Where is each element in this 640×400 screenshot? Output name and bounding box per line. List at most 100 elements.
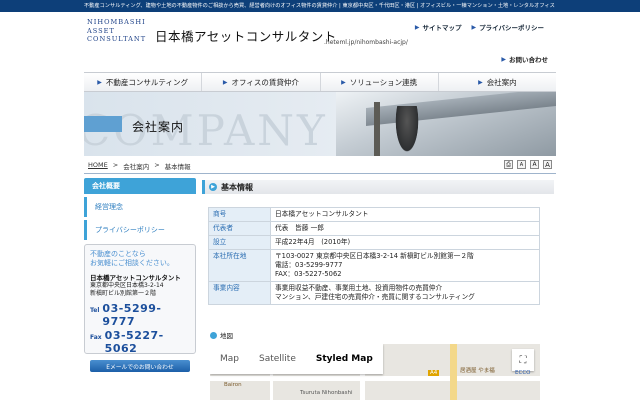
table-value: 日本橋アセットコンサルタント	[270, 207, 540, 222]
fax-line: FAX：03-5227-5062	[275, 270, 342, 278]
table-row: 事業内容 事業用収益不動産、事業用土地、投資用物件の売買仲介 マンション、戸建住宅の…	[208, 281, 540, 305]
site-logo[interactable]: NIHOMBASHI ASSET CONSULTANT	[87, 18, 147, 44]
table-row: 設立 平成22年4月 (2010年)	[208, 235, 540, 250]
sidebar-contact-box: 不動産のことなら お気軽にご相談ください。 日本橋アセットコンサルタント 東京都…	[84, 244, 196, 372]
fax-number: 03-5227-5062	[104, 329, 164, 355]
map-label: A4	[428, 370, 440, 376]
font-size-small-button[interactable]: A	[517, 160, 526, 169]
email-inquiry-button[interactable]: Eメールでのお問い合わせ	[90, 360, 190, 372]
table-row: 本社所在地 〒103-0027 東京都中央区日本橋3-2-14 新槇町ビル別館第一…	[208, 249, 540, 282]
sidebar-item-company-overview[interactable]: 会社概要	[84, 178, 196, 194]
company-info-table: 商号 日本橋アセットコンサルタント 代表者 代表 皆藤 一郎 設立 平成22年4月 (…	[208, 207, 540, 305]
tel-number: 03-5299-9777	[102, 302, 162, 328]
map-label: ECCO	[515, 370, 531, 376]
map-heading: 地図	[210, 330, 233, 340]
nav-item-office-leasing[interactable]: ▶ オフィスの賃貸仲介	[201, 73, 319, 91]
nav-item-label: 会社案内	[486, 77, 517, 87]
map-type-map[interactable]: Map	[210, 344, 249, 374]
banner-accent-bar	[84, 116, 122, 132]
business-line: 事業用収益不動産、事業用土地、投資用物件の売買仲介	[275, 284, 443, 292]
arrow-right-icon: ▶	[471, 23, 477, 31]
table-row: 商号 日本橋アセットコンサルタント	[208, 207, 540, 222]
table-key: 商号	[208, 207, 271, 222]
page-banner: COMPANY 会社案内	[84, 92, 556, 156]
nav-item-label: 不動産コンサルティング	[105, 77, 188, 87]
contact-company-name: 日本橋アセットコンサルタント	[90, 274, 181, 282]
nav-item-company[interactable]: ▶ 会社案内	[437, 73, 556, 91]
nav-item-label: ソリューション連携	[349, 77, 418, 87]
logo-line: CONSULTANT	[87, 35, 147, 43]
site-url: .heteml.jp/nihombashi-acjp/	[324, 39, 408, 46]
breadcrumb-home[interactable]: HOME	[88, 161, 108, 171]
email-inquiry-label: Eメールでのお問い合わせ	[106, 364, 174, 371]
sidebar-item-privacy[interactable]: プライバシーポリシー	[84, 220, 196, 240]
map-type-satellite[interactable]: Satellite	[249, 344, 306, 374]
table-key: 設立	[208, 235, 271, 250]
arrow-right-icon: ▶	[501, 55, 506, 63]
contact-prompt: 不動産のことなら	[90, 250, 146, 258]
table-key: 事業内容	[208, 281, 271, 305]
arrow-right-icon: ▶	[341, 78, 346, 86]
table-value: 事業用収益不動産、事業用土地、投資用物件の売買仲介 マンション、戸建住宅の売買仲介…	[270, 281, 540, 305]
arrow-right-icon: ▶	[97, 78, 102, 86]
table-key: 代表者	[208, 221, 271, 236]
map-pin-icon	[210, 331, 217, 339]
breadcrumb-current: 基本情報	[164, 163, 191, 171]
font-size-medium-button[interactable]: A	[530, 160, 539, 169]
section-heading-label: 基本情報	[221, 182, 253, 192]
banner-statue	[394, 106, 420, 156]
contact-tel: Tel 03-5299-9777	[90, 302, 190, 328]
nav-item-solution[interactable]: ▶ ソリューション連携	[319, 73, 438, 91]
map-label: Tsuruta Nihonbashi	[300, 390, 353, 396]
address-line: 〒103-0027 東京都中央区日本橋3-2-14 新槇町ビル別館第一２階	[275, 252, 474, 260]
table-value: 代表 皆藤 一郎	[270, 221, 540, 236]
logo-line: ASSET	[87, 26, 115, 35]
main-content: ▶ 基本情報	[202, 180, 554, 194]
business-line: マンション、戸建住宅の売買仲介・売買に関するコンサルティング	[275, 293, 475, 301]
breadcrumb-divider	[84, 173, 556, 174]
sidebar-item-philosophy[interactable]: 経営理念	[84, 197, 196, 217]
sitemap-link-label: サイトマップ	[422, 24, 462, 32]
privacy-policy-link[interactable]: ▶ プライバシーポリシー	[471, 22, 545, 33]
table-key: 本社所在地	[208, 249, 271, 282]
nav-item-label: オフィスの賃貸仲介	[231, 77, 299, 87]
privacy-policy-link-label: プライバシーポリシー	[479, 24, 544, 32]
logo-line: NIHOMBASHI	[87, 18, 146, 26]
arrow-right-icon: ▶	[414, 23, 420, 31]
map-heading-label: 地図	[220, 332, 233, 340]
table-value: 〒103-0027 東京都中央区日本橋3-2-14 新槇町ビル別館第一２階 電話：…	[270, 249, 540, 282]
font-size-large-button[interactable]: A	[543, 160, 552, 169]
top-tagline-bar: 不動産コンサルティング、建物や土地の不動産物件のご相談から売買、経営者向けのオフ…	[0, 0, 640, 12]
arrow-right-icon: ▶	[222, 78, 228, 86]
print-icon[interactable]: ⎙	[504, 160, 513, 169]
breadcrumb-separator: >	[154, 161, 160, 169]
breadcrumb: HOME > 会社案内 > 基本情報	[88, 161, 191, 171]
site-title[interactable]: 日本橋アセットコンサルタント	[155, 26, 337, 45]
arrow-right-icon: ▶	[478, 78, 483, 86]
page-tools: ⎙ A A A	[504, 160, 552, 169]
map-road	[210, 376, 540, 381]
map-type-control: Map Satellite Styled Map	[210, 344, 383, 374]
phone-line: 電話：03-5299-9777	[275, 261, 343, 269]
sitemap-link[interactable]: ▶ サイトマップ	[414, 22, 462, 33]
contact-link[interactable]: ▶ お問い合わせ	[501, 54, 548, 65]
contact-prompt: お気軽にご相談ください。	[90, 259, 174, 267]
banner-lamp-post	[374, 102, 380, 156]
map-road	[450, 344, 457, 400]
page-title: 会社案内	[132, 120, 185, 134]
contact-address: 新槇町ビル別館第一２階	[90, 290, 157, 297]
contact-address: 東京都中央区日本橋3-2-14	[90, 282, 164, 289]
contact-fax: Fax 03-5227-5062	[90, 329, 190, 355]
map-type-styled[interactable]: Styled Map	[306, 344, 383, 374]
breadcrumb-company[interactable]: 会社案内	[123, 161, 149, 171]
header-links: ▶ サイトマップ ▶ プライバシーポリシー	[414, 22, 545, 33]
nav-item-real-estate-consulting[interactable]: ▶ 不動産コンサルティング	[84, 73, 201, 91]
google-map[interactable]: Map Satellite Styled Map ⛶ Bairon Tsurut…	[210, 344, 540, 400]
breadcrumb-separator: >	[112, 161, 119, 169]
tel-label: Tel	[90, 307, 100, 314]
arrow-right-icon: ▶	[209, 183, 217, 191]
fullscreen-icon[interactable]: ⛶	[512, 349, 534, 371]
map-label: Bairon	[224, 382, 242, 388]
section-heading: ▶ 基本情報	[202, 180, 554, 194]
table-value: 平成22年4月 (2010年)	[270, 235, 540, 250]
